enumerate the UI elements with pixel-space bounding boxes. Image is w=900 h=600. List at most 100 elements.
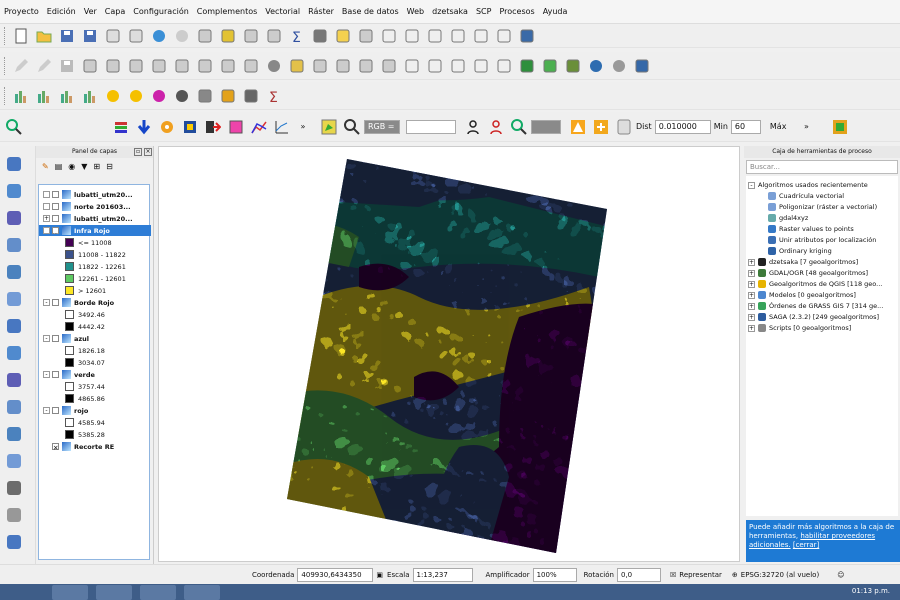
map-canvas[interactable] — [158, 146, 740, 562]
chrome-taskbar-button[interactable] — [52, 585, 88, 600]
band-select[interactable]: RGB = — [364, 119, 400, 134]
crs-icon[interactable]: ⊕ — [732, 571, 738, 579]
select-icon[interactable] — [218, 26, 237, 45]
raster-full-icon[interactable] — [80, 86, 99, 105]
toolbar-grip[interactable] — [4, 86, 7, 105]
add-mssql-icon[interactable] — [4, 289, 26, 311]
raster-grey-icon[interactable] — [172, 86, 191, 105]
statistics-sigma-icon[interactable]: Σ — [287, 26, 306, 45]
measure-icon[interactable] — [310, 26, 329, 45]
layer-visibility-checkbox[interactable] — [52, 299, 59, 306]
new-print-composer-icon[interactable] — [103, 26, 122, 45]
layer-row[interactable]: - ✕ Infra Rojo — [39, 225, 151, 236]
toolbox-provider-group[interactable]: + Geoalgoritmos de QGIS [118 geo... — [748, 279, 882, 289]
toolbar-grip[interactable] — [4, 56, 7, 75]
add-gps-icon[interactable] — [4, 478, 26, 500]
preprocessing-icon[interactable] — [180, 117, 199, 136]
add-virtual-icon[interactable] — [4, 424, 26, 446]
add-oracle-icon[interactable] — [4, 316, 26, 338]
node-tool-icon[interactable] — [126, 56, 145, 75]
save-edits-icon[interactable] — [57, 56, 76, 75]
expand-toggle-icon[interactable]: - — [43, 335, 50, 342]
field-calc-icon[interactable] — [264, 26, 283, 45]
scale-input[interactable]: 1:13,237 — [412, 567, 473, 582]
plugin-green-icon[interactable] — [517, 56, 536, 75]
zoom-full-icon[interactable] — [195, 26, 214, 45]
add-raster-icon[interactable] — [4, 181, 26, 203]
download-arrow-icon[interactable] — [134, 117, 153, 136]
toolbox-algorithm[interactable]: Raster values to points — [768, 224, 854, 234]
zoom-in-icon[interactable] — [172, 26, 191, 45]
raster-hue-icon[interactable] — [149, 86, 168, 105]
add-spatialite-icon[interactable] — [4, 235, 26, 257]
add-geonode-icon[interactable] — [4, 532, 26, 554]
layers-stack-icon[interactable] — [111, 117, 130, 136]
spacer-e[interactable] — [471, 26, 490, 45]
toolbox-algorithm[interactable]: Poligonizar (ráster a vectorial) — [768, 202, 877, 212]
expand-icon[interactable]: + — [748, 258, 755, 266]
add-postgis-icon[interactable] — [4, 262, 26, 284]
preview-select[interactable] — [531, 119, 561, 134]
menu-item-1[interactable]: Edición — [47, 7, 76, 16]
new-project-icon[interactable] — [11, 26, 30, 45]
add-delimited-icon[interactable] — [4, 208, 26, 230]
toolbox-algorithm[interactable]: Cuadrícula vectorial — [768, 191, 844, 201]
new-layer-icon[interactable] — [4, 451, 26, 473]
rotation-input[interactable]: 0,0 — [616, 567, 661, 582]
composer-manager-icon[interactable] — [126, 26, 145, 45]
annotation-icon[interactable] — [333, 26, 352, 45]
overflow-chevron-icon[interactable]: » — [291, 122, 315, 131]
spacer-d[interactable] — [448, 26, 467, 45]
expand-toggle-icon[interactable]: - — [43, 371, 50, 378]
add-vector-icon[interactable] — [4, 154, 26, 176]
layer-row[interactable]: norte 201603... — [43, 201, 131, 212]
toolbox-algorithm[interactable]: Ordinary kriging — [768, 246, 832, 256]
zoom-icon[interactable] — [4, 117, 23, 136]
add-wfs-icon[interactable] — [4, 397, 26, 419]
layer-visibility-checkbox[interactable]: ✕ — [52, 227, 59, 236]
add-wms-icon[interactable] — [4, 343, 26, 365]
close-icon[interactable]: × — [144, 148, 152, 156]
expand-icon[interactable]: + — [748, 269, 755, 277]
label-rotate-icon[interactable] — [356, 56, 375, 75]
label-pin-icon[interactable] — [287, 56, 306, 75]
open-project-icon[interactable] — [34, 26, 53, 45]
raster-contrast-icon[interactable] — [126, 86, 145, 105]
preview-classification-icon[interactable] — [568, 117, 587, 136]
plugin-map-icon[interactable] — [563, 56, 582, 75]
explorer-taskbar-button[interactable] — [96, 585, 132, 600]
expand-toggle-icon[interactable]: - — [43, 299, 50, 306]
cut-icon[interactable] — [172, 56, 191, 75]
grid-icon[interactable] — [195, 86, 214, 105]
menu-item-13[interactable]: Ayuda — [543, 7, 568, 16]
sigma-icon-2[interactable]: Σ — [264, 86, 283, 105]
plugin-arrow-icon[interactable] — [540, 56, 559, 75]
layer-visibility-checkbox[interactable] — [52, 407, 59, 414]
filter-icon[interactable]: ▼ — [81, 162, 87, 171]
plugin-heart-icon[interactable] — [586, 56, 605, 75]
calc-icon[interactable] — [226, 117, 245, 136]
toolbar-grip[interactable] — [4, 26, 7, 45]
expand-icon[interactable]: + — [748, 313, 755, 321]
spacer-b[interactable] — [402, 26, 421, 45]
help-icon[interactable] — [517, 26, 536, 45]
point-icon[interactable] — [218, 86, 237, 105]
toolbox-provider-group[interactable]: + Modelos [0 geoalgoritmos] — [748, 290, 856, 300]
powerpoint-taskbar-button[interactable] — [184, 585, 220, 600]
layer-row[interactable]: - verde — [43, 369, 95, 380]
visibility-eye-icon[interactable]: ◉ — [68, 162, 75, 171]
clock-icon[interactable] — [614, 117, 633, 136]
magnifier-input[interactable]: 100% — [532, 567, 577, 582]
toolbox-provider-group[interactable]: + SAGA (2.3.2) [249 geoalgoritmos] — [748, 312, 879, 322]
layer-row[interactable]: lubatti_utm20... — [43, 189, 133, 200]
menu-item-12[interactable]: Procesos — [499, 7, 534, 16]
save-as-icon[interactable] — [80, 26, 99, 45]
layer-row[interactable]: - rojo — [43, 405, 88, 416]
zoom-roi-icon[interactable] — [342, 117, 361, 136]
expand-toggle-icon[interactable] — [43, 191, 50, 198]
zoom-preview-icon[interactable] — [509, 117, 528, 136]
layer-row[interactable]: ✕ Recorte RE — [43, 441, 114, 452]
spacer-g[interactable] — [402, 56, 421, 75]
expand-icon[interactable]: + — [748, 302, 755, 310]
expand-toggle-icon[interactable]: - — [43, 407, 50, 414]
